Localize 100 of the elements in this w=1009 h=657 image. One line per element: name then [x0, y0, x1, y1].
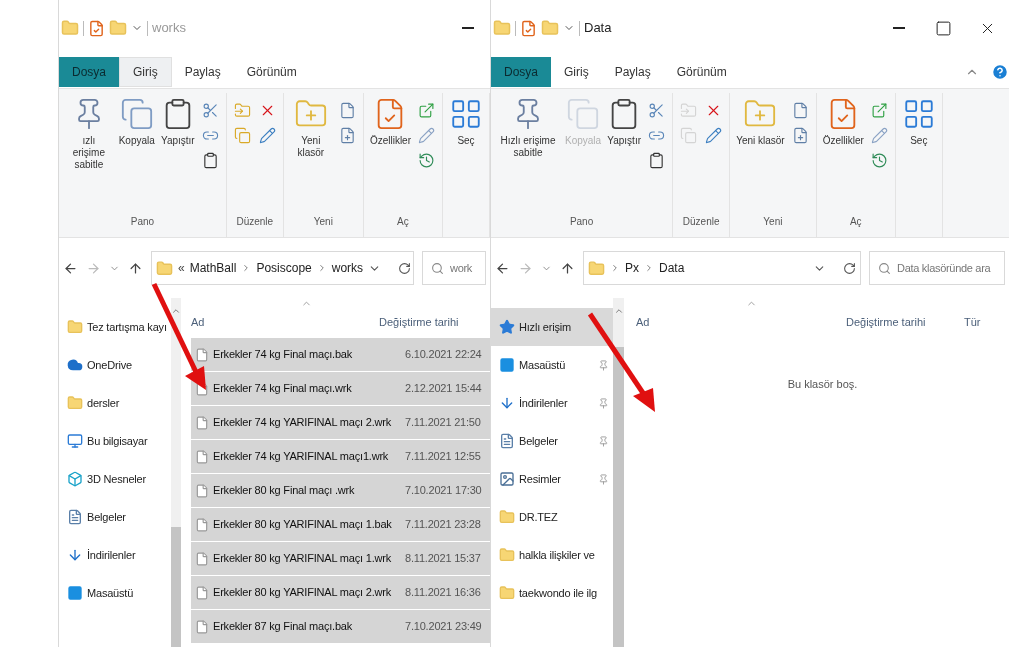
monitor-icon	[67, 433, 83, 449]
window-title: Data	[584, 19, 612, 38]
clipboard-icon	[648, 152, 666, 169]
ribbon-tab[interactable]: Görünüm	[663, 57, 740, 87]
pin-icon	[598, 397, 609, 409]
breadcrumb[interactable]: Px	[625, 259, 639, 277]
file-row[interactable]: Erkekler 87 kg Final maçı.bak 7.10.2021 23:49	[191, 610, 490, 644]
ribbon-button[interactable]: ızlı erişime sabitle	[62, 93, 116, 214]
pages-icon	[119, 97, 154, 131]
ribbon-button[interactable]: Seç	[898, 93, 939, 237]
help-button[interactable]	[991, 63, 1009, 81]
nav-item[interactable]: Masaüstü	[59, 574, 171, 612]
history-icon	[418, 152, 435, 169]
file-row[interactable]: Erkekler 80 kg YARIFINAL maçı 1.wrk 8.11.2021 15:37	[191, 542, 490, 576]
group-label: Pano	[130, 215, 155, 229]
nav-item[interactable]: OneDrive	[59, 346, 171, 384]
ribbon-button[interactable]: Hızlı erişime sabitle	[494, 93, 562, 214]
document-icon	[67, 509, 83, 525]
search-icon	[878, 261, 891, 275]
ribbon-button[interactable]: Seç	[446, 93, 486, 237]
breadcrumb[interactable]: Data	[659, 259, 685, 277]
group-label: Pano	[569, 215, 594, 229]
back-icon	[495, 260, 510, 276]
ribbon-button[interactable]: Yapıştır	[604, 93, 645, 214]
nav-item[interactable]: Resimler	[491, 460, 613, 498]
ribbon-tab[interactable]: Dosya	[59, 57, 119, 87]
column-header[interactable]: Ad	[636, 313, 846, 330]
history-icon	[870, 152, 888, 169]
rename-button[interactable]	[704, 126, 724, 145]
rename-icon	[258, 127, 276, 144]
ribbon-button[interactable]: Yapıştır	[157, 93, 198, 214]
file-row[interactable]: Erkekler 74 kg YARIFINAL maçı1.wrk 7.11.2021 12:55	[191, 440, 490, 474]
file-row[interactable]: Erkekler 74 kg Final maçı.wrk 2.12.2021 15:44	[191, 372, 490, 406]
minimize-icon	[462, 27, 474, 29]
file-row[interactable]: Erkekler 74 kg Final maçı.bak 6.10.2021 22:24	[191, 338, 490, 372]
ribbon-tab[interactable]: Giriş	[119, 57, 172, 87]
ribbon-button[interactable]: Yeni klasör	[733, 93, 788, 214]
folder-icon	[499, 547, 515, 563]
modified-date: 2.12.2021 15:44	[405, 381, 482, 397]
pages-button[interactable]	[232, 126, 252, 145]
scrollbar-thumb[interactable]	[170, 527, 181, 647]
ribbon-tab[interactable]: Dosya	[491, 57, 551, 87]
nav-item[interactable]: dersler	[59, 384, 171, 422]
nav-item[interactable]: halkla ilişkiler ve	[491, 536, 613, 574]
nav-item[interactable]: İndirilenler	[491, 384, 613, 422]
file-row[interactable]: Erkekler 80 kg Final maçı .wrk 7.10.2021 17:30	[191, 474, 490, 508]
ribbon-button[interactable]: Kopyala	[115, 93, 158, 214]
group-label: Yeni	[313, 215, 333, 229]
minimize-icon	[893, 27, 905, 29]
column-header[interactable]: Ad	[191, 313, 380, 330]
pages-icon	[233, 127, 251, 144]
modified-date: 7.11.2021 12:55	[405, 449, 481, 465]
address-bar[interactable]: « MathBall Posiscope works	[151, 251, 414, 285]
nav-item[interactable]: Hızlı erişim	[491, 308, 613, 346]
edit-button[interactable]	[417, 126, 436, 145]
breadcrumb[interactable]: MathBall	[189, 259, 237, 277]
nav-item[interactable]: Masaüstü	[491, 346, 613, 384]
open-icon	[418, 102, 435, 119]
address-bar[interactable]: Px Data	[583, 251, 861, 285]
page-plus-icon	[791, 127, 809, 144]
edit-button[interactable]	[869, 126, 889, 145]
nav-item[interactable]: DR.TEZ	[491, 498, 613, 536]
folder-icon	[61, 19, 79, 37]
nav-item[interactable]: Belgeler	[491, 422, 613, 460]
column-header[interactable]: Tür	[964, 313, 981, 330]
ribbon-button[interactable]: Özellikler	[819, 93, 867, 214]
open-button[interactable]	[869, 101, 889, 120]
file-icon	[195, 551, 209, 566]
nav-item[interactable]: taekwondo ile ilg	[491, 574, 613, 612]
scroll-up-icon	[613, 306, 624, 316]
nav-item[interactable]: İndirilenler	[59, 536, 171, 574]
search-field[interactable]: work	[422, 251, 486, 285]
ribbon-button[interactable]: Yeni klasör	[286, 93, 335, 214]
column-header[interactable]: Değiştirme tarihi	[846, 313, 964, 330]
ribbon-tab[interactable]: Giriş	[551, 57, 602, 87]
file-icon	[195, 619, 209, 634]
nav-item[interactable]: 3D Nesneler	[59, 460, 171, 498]
ribbon-tab[interactable]: Görünüm	[233, 57, 310, 87]
file-icon	[195, 415, 209, 430]
file-row[interactable]: Erkekler 80 kg YARIFINAL maçı 2.wrk 8.11.2021 16:36	[191, 576, 490, 610]
ribbon-button[interactable]: Özellikler	[366, 93, 414, 214]
nav-item[interactable]: Tez tartışma kayı	[59, 308, 171, 346]
file-row[interactable]: Erkekler 80 kg YARIFINAL maçı 1.bak 7.11.2021 23:28	[191, 508, 490, 542]
column-header[interactable]: Değiştirme tarihi	[379, 313, 490, 330]
folder-arrow-button[interactable]	[232, 101, 252, 120]
ribbon-tab[interactable]: Paylaş	[171, 57, 234, 87]
breadcrumb[interactable]: Posiscope	[256, 259, 312, 277]
file-row[interactable]: Erkekler 74 kg YARIFINAL maçı 2.wrk 7.11.2021 21:50	[191, 406, 490, 440]
checked-page-icon	[520, 19, 537, 37]
modified-date: 7.11.2021 23:28	[405, 517, 481, 533]
ribbon-tab[interactable]: Paylaş	[601, 57, 664, 87]
search-field[interactable]: Data klasöründe ara	[869, 251, 1005, 285]
history-button[interactable]	[417, 151, 436, 170]
rename-button[interactable]	[257, 126, 277, 145]
open-button[interactable]	[417, 101, 436, 120]
nav-item[interactable]: Belgeler	[59, 498, 171, 536]
history-button[interactable]	[869, 151, 889, 170]
breadcrumb[interactable]: works	[331, 259, 364, 277]
nav-item[interactable]: Bu bilgisayar	[59, 422, 171, 460]
modified-date: 7.10.2021 23:49	[405, 619, 482, 635]
